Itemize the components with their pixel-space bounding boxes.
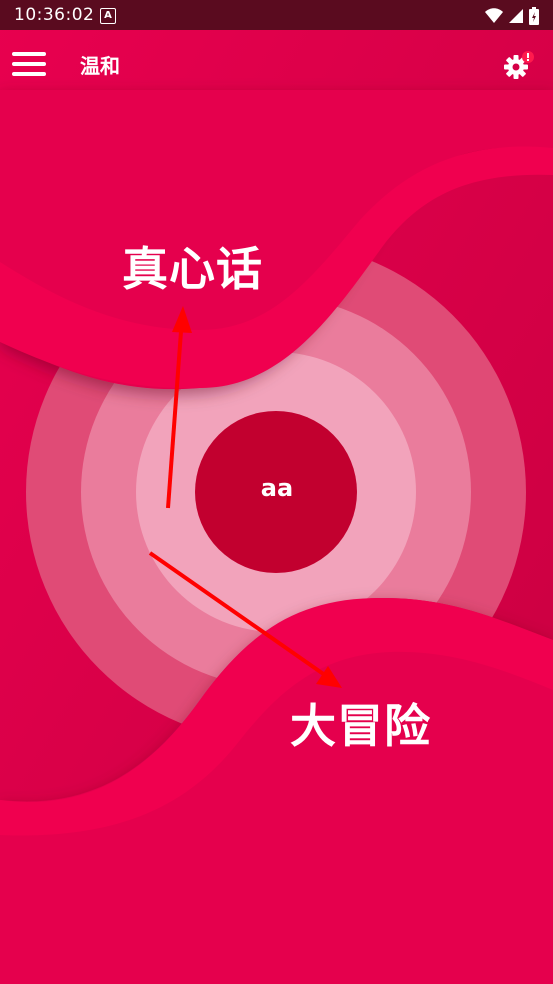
- battery-icon: [529, 7, 539, 25]
- app-bar: 温和: [0, 30, 553, 96]
- status-time: 10:36:02: [14, 5, 95, 25]
- truth-option[interactable]: 真心话: [122, 233, 263, 299]
- status-bar: 10:36:02 A: [0, 0, 553, 30]
- settings-alert-icon[interactable]: [503, 50, 535, 82]
- hamburger-menu-icon[interactable]: [12, 50, 48, 78]
- wifi-icon: [485, 8, 503, 23]
- center-text[interactable]: aa: [196, 474, 358, 502]
- system-icons: [485, 7, 539, 25]
- app-title: 温和: [80, 54, 120, 78]
- signal-icon: [509, 9, 523, 23]
- notification-a-icon: A: [100, 8, 116, 24]
- dare-option[interactable]: 大冒险: [290, 690, 431, 756]
